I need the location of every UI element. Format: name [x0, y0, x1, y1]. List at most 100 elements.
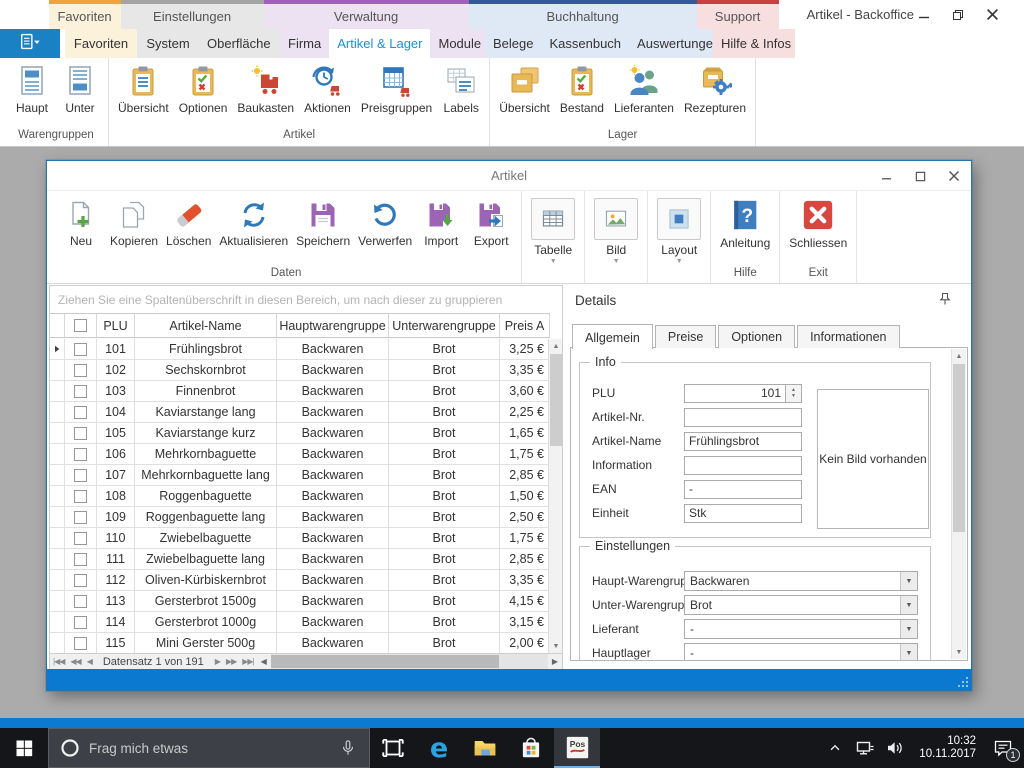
ribbon-button-aktionen[interactable]: Aktionen [299, 63, 356, 115]
toolbar-button-import[interactable]: Import [416, 198, 466, 248]
unter-warengruppe-select[interactable]: Brot▼ [684, 595, 918, 615]
row-checkbox-cell[interactable] [65, 570, 97, 591]
table-row[interactable]: 114Gersterbrot 1000gBackwarenBrot3,15 € [50, 612, 550, 633]
column-header-plu[interactable]: PLU [97, 314, 135, 337]
volume-icon[interactable] [883, 735, 907, 761]
nav-prev-button[interactable]: ◀ [84, 657, 95, 666]
row-checkbox-cell[interactable] [65, 360, 97, 381]
table-row[interactable]: 101FrühlingsbrotBackwarenBrot3,25 € [50, 339, 550, 360]
toolbar-button-löschen[interactable]: Löschen [162, 198, 215, 248]
ean-input[interactable]: - [684, 480, 802, 499]
row-checkbox[interactable] [74, 490, 87, 503]
window-close-button[interactable] [945, 167, 963, 185]
artikel-nr--input[interactable] [684, 408, 802, 427]
details-vertical-scrollbar[interactable]: ▲ ▼ [951, 349, 966, 659]
row-checkbox[interactable] [74, 427, 87, 440]
details-tab-allgemein[interactable]: Allgemein [572, 324, 653, 349]
grid-vertical-scrollbar[interactable]: ▲ ▼ [548, 339, 562, 653]
ribbon-category-support[interactable]: Support [697, 0, 779, 29]
toolbar-button-anleitung[interactable]: ?Anleitung [716, 198, 774, 250]
row-checkbox-cell[interactable] [65, 444, 97, 465]
nav-first-button[interactable]: |◀◀ [50, 657, 67, 666]
nav-last-button[interactable]: ▶▶| [239, 657, 256, 666]
plu-input[interactable]: 101 [684, 384, 786, 403]
row-checkbox-cell[interactable] [65, 402, 97, 423]
details-tab-preise[interactable]: Preise [655, 325, 716, 348]
window-maximize-button[interactable] [911, 167, 929, 185]
toolbar-button-layout[interactable]: Layout▼ [653, 198, 705, 265]
hauptlager-select[interactable]: -▼ [684, 643, 918, 661]
table-row[interactable]: 112Oliven-KürbiskernbrotBackwarenBrot3,3… [50, 570, 550, 591]
ribbon-button-bestand[interactable]: Bestand [555, 63, 609, 115]
tab-favoriten[interactable]: Favoriten [66, 29, 136, 58]
tab-system[interactable]: System [138, 29, 197, 58]
action-center-icon[interactable]: 1 [988, 733, 1018, 763]
row-checkbox[interactable] [74, 406, 87, 419]
row-checkbox[interactable] [74, 385, 87, 398]
microphone-icon[interactable] [339, 739, 357, 757]
ribbon-button-preisgruppen[interactable]: Preisgruppen [356, 63, 437, 115]
table-row[interactable]: 113Gersterbrot 1500gBackwarenBrot4,15 € [50, 591, 550, 612]
row-checkbox-cell[interactable] [65, 633, 97, 653]
hscrollbar-thumb[interactable] [271, 655, 499, 668]
table-row[interactable]: 107Mehrkornbaguette langBackwarenBrot2,8… [50, 465, 550, 486]
ribbon-button-haupt[interactable]: Haupt [8, 63, 56, 115]
ribbon-button-lieferanten[interactable]: Lieferanten [609, 63, 679, 115]
table-row[interactable]: 108RoggenbaguetteBackwarenBrot1,50 € [50, 486, 550, 507]
haupt-warengruppe-select[interactable]: Backwaren▼ [684, 571, 918, 591]
edge-browser-icon[interactable]: e [416, 728, 462, 768]
row-checkbox-cell[interactable] [65, 507, 97, 528]
column-header-unterwarengruppe[interactable]: Unterwarengruppe [389, 314, 500, 337]
tray-chevron-up-icon[interactable] [823, 735, 847, 761]
toolbar-button-export[interactable]: Export [466, 198, 516, 248]
einheit-input[interactable]: Stk [684, 504, 802, 523]
app-minimize-button[interactable] [914, 5, 934, 25]
details-tab-informationen[interactable]: Informationen [797, 325, 899, 348]
row-checkbox[interactable] [74, 343, 87, 356]
network-icon[interactable] [853, 735, 877, 761]
ribbon-button-übersicht[interactable]: Übersicht [494, 63, 555, 115]
ribbon-button-übersicht[interactable]: Übersicht [113, 63, 174, 115]
toolbar-button-kopieren[interactable]: Kopieren [106, 198, 162, 248]
ribbon-category-verwaltung[interactable]: Verwaltung [264, 0, 469, 29]
grid-horizontal-scrollbar[interactable] [271, 654, 548, 669]
resize-grip[interactable] [956, 675, 968, 687]
scroll-right-icon[interactable]: ▶ [548, 657, 562, 666]
row-checkbox-cell[interactable] [65, 549, 97, 570]
tray-clock[interactable]: 10:32 10.11.2017 [913, 735, 982, 761]
table-row[interactable]: 104Kaviarstange langBackwarenBrot2,25 € [50, 402, 550, 423]
pin-icon[interactable] [938, 292, 952, 306]
table-row[interactable]: 115Mini Gerster 500gBackwarenBrot2,00 € [50, 633, 550, 653]
table-row[interactable]: 105Kaviarstange kurzBackwarenBrot1,65 € [50, 423, 550, 444]
tab-module[interactable]: Module [430, 29, 489, 58]
row-checkbox[interactable] [74, 574, 87, 587]
app-menu-button[interactable] [0, 29, 60, 58]
app-restore-button[interactable] [948, 5, 968, 25]
scroll-down-icon[interactable]: ▼ [549, 639, 563, 653]
row-checkbox[interactable] [74, 595, 87, 608]
row-checkbox-cell[interactable] [65, 381, 97, 402]
ribbon-category-favoriten[interactable]: Favoriten [49, 0, 121, 29]
scroll-up-icon[interactable]: ▲ [952, 349, 966, 363]
start-button[interactable] [0, 728, 48, 768]
column-header-preis-a[interactable]: Preis A [500, 314, 550, 337]
table-row[interactable]: 110ZwiebelbaguetteBackwarenBrot1,75 € [50, 528, 550, 549]
ribbon-category-einstellungen[interactable]: Einstellungen [121, 0, 264, 29]
scrollbar-thumb[interactable] [953, 364, 965, 532]
tab-oberfläche[interactable]: Oberfläche [199, 29, 279, 58]
tab-belege[interactable]: Belege [485, 29, 541, 58]
tab-artikel-lager[interactable]: Artikel & Lager [329, 29, 430, 58]
row-checkbox[interactable] [74, 469, 87, 482]
ribbon-button-unter[interactable]: Unter [56, 63, 104, 115]
row-checkbox-cell[interactable] [65, 339, 97, 360]
task-view-button[interactable] [370, 728, 416, 768]
backoffice-app-taskbar-button[interactable]: Pos [554, 728, 600, 768]
row-checkbox[interactable] [74, 532, 87, 545]
artikel-name-input[interactable]: Frühlingsbrot [684, 432, 802, 451]
toolbar-button-aktualisieren[interactable]: Aktualisieren [215, 198, 292, 248]
scroll-up-icon[interactable]: ▲ [549, 339, 563, 353]
information-input[interactable] [684, 456, 802, 475]
table-row[interactable]: 103FinnenbrotBackwarenBrot3,60 € [50, 381, 550, 402]
ribbon-button-baukasten[interactable]: Baukasten [232, 63, 299, 115]
ribbon-button-optionen[interactable]: Optionen [174, 63, 233, 115]
